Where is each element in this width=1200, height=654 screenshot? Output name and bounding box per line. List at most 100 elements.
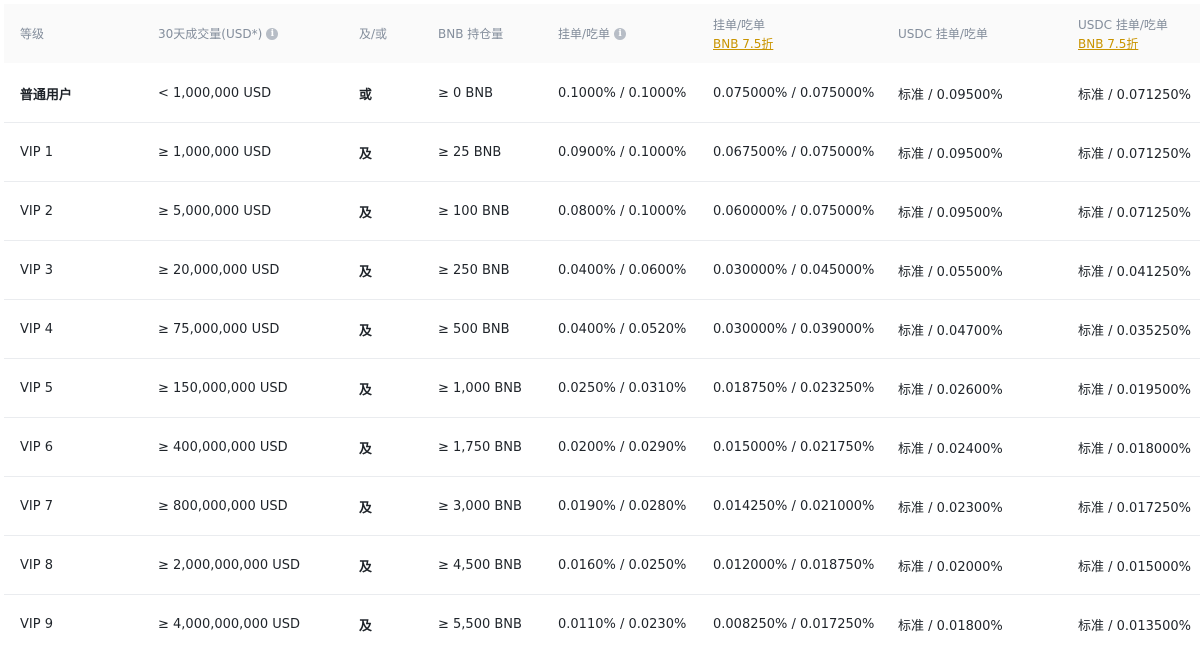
header-usdc-maker-taker: USDC 挂单/吃单 — [898, 27, 988, 41]
level-cell: VIP 5 — [20, 380, 53, 396]
conjunction-cell: 及 — [359, 264, 373, 280]
table-row: VIP 6 ≥ 400,000,000 USD 及 ≥ 1,750 BNB 0.0200… — [4, 418, 1200, 477]
conjunction-cell: 及 — [359, 618, 373, 634]
maker-taker-bnb-cell: 0.075000% / 0.075000% — [713, 85, 875, 101]
maker-taker-bnb-cell: 0.018750% / 0.023250% — [713, 380, 875, 396]
bnb-holding-cell: ≥ 0 BNB — [438, 85, 493, 101]
table-row: VIP 9 ≥ 4,000,000,000 USD 及 ≥ 5,500 BNB 0.01… — [4, 595, 1200, 654]
usdc-maker-taker-cell: 标准 / 0.02300% — [898, 500, 1003, 516]
maker-taker-bnb-cell: 0.067500% / 0.075000% — [713, 144, 875, 160]
conjunction-cell: 及 — [359, 500, 373, 516]
conjunction-cell: 及 — [359, 441, 373, 457]
maker-taker-cell: 0.0400% / 0.0600% — [558, 262, 687, 278]
usdc-maker-taker-cell: 标准 / 0.02600% — [898, 382, 1003, 398]
volume-cell: ≥ 150,000,000 USD — [158, 380, 288, 396]
volume-cell: ≥ 800,000,000 USD — [158, 498, 288, 514]
volume-cell: ≥ 2,000,000,000 USD — [158, 557, 301, 573]
level-cell: VIP 8 — [20, 557, 53, 573]
conjunction-cell: 或 — [359, 87, 373, 103]
header-maker-taker: 挂单/吃单 i — [558, 4, 627, 63]
usdc-maker-taker-cell: 标准 / 0.02000% — [898, 559, 1003, 575]
bnb-holding-cell: ≥ 5,500 BNB — [438, 616, 522, 632]
maker-taker-bnb-cell: 0.012000% / 0.018750% — [713, 557, 875, 573]
header-usdc-maker-taker-bnb: USDC 挂单/吃单 BNB 7.5折 — [1078, 17, 1168, 52]
level-cell: VIP 6 — [20, 439, 53, 455]
bnb-holding-cell: ≥ 500 BNB — [438, 321, 510, 337]
conjunction-cell: 及 — [359, 205, 373, 221]
maker-taker-cell: 0.0900% / 0.1000% — [558, 144, 687, 160]
level-cell: 普通用户 — [20, 87, 73, 103]
table-row: 普通用户 < 1,000,000 USD 或 ≥ 0 BNB 0.1000% / 0.1… — [4, 64, 1200, 123]
conjunction-cell: 及 — [359, 323, 373, 339]
header-maker-taker-bnb: 挂单/吃单 BNB 7.5折 — [713, 17, 774, 52]
maker-taker-cell: 0.0250% / 0.0310% — [558, 380, 687, 396]
maker-taker-cell: 0.0110% / 0.0230% — [558, 616, 687, 632]
level-cell: VIP 4 — [20, 321, 53, 337]
level-cell: VIP 2 — [20, 203, 53, 219]
bnb-holding-cell: ≥ 25 BNB — [438, 144, 502, 160]
usdc-maker-taker-bnb-cell: 标准 / 0.035250% — [1078, 323, 1192, 339]
maker-taker-cell: 0.0200% / 0.0290% — [558, 439, 687, 455]
usdc-maker-taker-cell: 标准 / 0.01800% — [898, 618, 1003, 634]
usdc-maker-taker-cell: 标准 / 0.05500% — [898, 264, 1003, 280]
info-icon[interactable]: i — [266, 27, 279, 40]
table-row: VIP 1 ≥ 1,000,000 USD 及 ≥ 25 BNB 0.0900% / 0… — [4, 123, 1200, 182]
conjunction-cell: 及 — [359, 559, 373, 575]
volume-cell: ≥ 75,000,000 USD — [158, 321, 280, 337]
table-row: VIP 4 ≥ 75,000,000 USD 及 ≥ 500 BNB 0.0400% /… — [4, 300, 1200, 359]
usdc-maker-taker-cell: 标准 / 0.09500% — [898, 146, 1003, 162]
conjunction-cell: 及 — [359, 382, 373, 398]
usdc-maker-taker-bnb-cell: 标准 / 0.019500% — [1078, 382, 1192, 398]
maker-taker-cell: 0.0400% / 0.0520% — [558, 321, 687, 337]
usdc-maker-taker-cell: 标准 / 0.09500% — [898, 205, 1003, 221]
volume-cell: ≥ 1,000,000 USD — [158, 144, 272, 160]
maker-taker-cell: 0.0160% / 0.0250% — [558, 557, 687, 573]
volume-cell: ≥ 20,000,000 USD — [158, 262, 280, 278]
maker-taker-bnb-cell: 0.030000% / 0.039000% — [713, 321, 875, 337]
bnb-holding-cell: ≥ 100 BNB — [438, 203, 510, 219]
table-row: VIP 8 ≥ 2,000,000,000 USD 及 ≥ 4,500 BNB 0.01… — [4, 536, 1200, 595]
maker-taker-cell: 0.1000% / 0.1000% — [558, 85, 687, 101]
usdc-maker-taker-bnb-cell: 标准 / 0.071250% — [1078, 146, 1192, 162]
usdc-maker-taker-bnb-cell: 标准 / 0.015000% — [1078, 559, 1192, 575]
usdc-maker-taker-cell: 标准 / 0.02400% — [898, 441, 1003, 457]
maker-taker-bnb-cell: 0.060000% / 0.075000% — [713, 203, 875, 219]
usdc-maker-taker-bnb-cell: 标准 / 0.041250% — [1078, 264, 1192, 280]
bnb-discount-link[interactable]: BNB 7.5折 — [713, 35, 773, 52]
header-level: 等级 — [20, 27, 45, 41]
table-row: VIP 7 ≥ 800,000,000 USD 及 ≥ 3,000 BNB 0.0190… — [4, 477, 1200, 536]
header-bnb-holding: BNB 持仓量 — [438, 27, 504, 41]
volume-cell: ≥ 5,000,000 USD — [158, 203, 272, 219]
volume-cell: < 1,000,000 USD — [158, 85, 272, 101]
fee-tier-table: 等级 30天成交量(USD*) i 及/或 BNB 持仓量 挂单/吃单 i 挂单… — [0, 0, 1200, 648]
usdc-maker-taker-bnb-cell: 标准 / 0.071250% — [1078, 205, 1192, 221]
level-cell: VIP 3 — [20, 262, 53, 278]
usdc-maker-taker-bnb-cell: 标准 / 0.071250% — [1078, 87, 1192, 103]
maker-taker-bnb-cell: 0.015000% / 0.021750% — [713, 439, 875, 455]
usdc-maker-taker-cell: 标准 / 0.04700% — [898, 323, 1003, 339]
bnb-holding-cell: ≥ 1,750 BNB — [438, 439, 522, 455]
maker-taker-bnb-cell: 0.008250% / 0.017250% — [713, 616, 875, 632]
maker-taker-cell: 0.0800% / 0.1000% — [558, 203, 687, 219]
table-row: VIP 3 ≥ 20,000,000 USD 及 ≥ 250 BNB 0.0400% /… — [4, 241, 1200, 300]
maker-taker-cell: 0.0190% / 0.0280% — [558, 498, 687, 514]
info-icon[interactable]: i — [614, 27, 627, 40]
maker-taker-bnb-cell: 0.014250% / 0.021000% — [713, 498, 875, 514]
level-cell: VIP 1 — [20, 144, 53, 160]
table-row: VIP 5 ≥ 150,000,000 USD 及 ≥ 1,000 BNB 0.0250… — [4, 359, 1200, 418]
maker-taker-bnb-cell: 0.030000% / 0.045000% — [713, 262, 875, 278]
bnb-holding-cell: ≥ 3,000 BNB — [438, 498, 522, 514]
bnb-holding-cell: ≥ 250 BNB — [438, 262, 510, 278]
bnb-discount-link[interactable]: BNB 7.5折 — [1078, 35, 1168, 52]
table-row: VIP 2 ≥ 5,000,000 USD 及 ≥ 100 BNB 0.0800% / … — [4, 182, 1200, 241]
level-cell: VIP 9 — [20, 616, 53, 632]
table-header: 等级 30天成交量(USD*) i 及/或 BNB 持仓量 挂单/吃单 i 挂单… — [4, 4, 1200, 63]
volume-cell: ≥ 4,000,000,000 USD — [158, 616, 301, 632]
conjunction-cell: 及 — [359, 146, 373, 162]
bnb-holding-cell: ≥ 1,000 BNB — [438, 380, 522, 396]
volume-cell: ≥ 400,000,000 USD — [158, 439, 288, 455]
usdc-maker-taker-bnb-cell: 标准 / 0.013500% — [1078, 618, 1192, 634]
usdc-maker-taker-bnb-cell: 标准 / 0.017250% — [1078, 500, 1192, 516]
header-volume: 30天成交量(USD*) i — [158, 4, 279, 63]
bnb-holding-cell: ≥ 4,500 BNB — [438, 557, 522, 573]
